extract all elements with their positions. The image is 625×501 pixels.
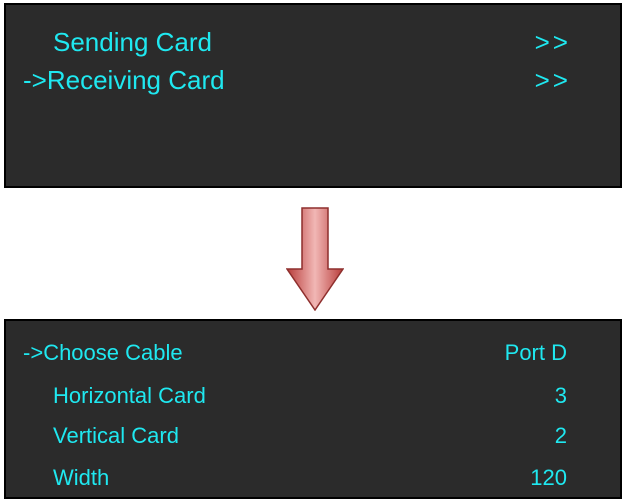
submenu-indicator: >> xyxy=(534,27,571,57)
setting-label: Vertical Card xyxy=(23,422,179,450)
submenu-indicator: >> xyxy=(534,65,571,95)
setting-row-vertical-card[interactable]: Vertical Card 2 xyxy=(6,422,620,450)
selection-cursor: -> xyxy=(23,65,47,95)
menu-item-text: Receiving Card xyxy=(46,65,225,95)
setting-value: 3 xyxy=(554,383,567,408)
setting-row-horizontal-card[interactable]: Horizontal Card 3 xyxy=(6,382,620,410)
setting-text: Horizontal Card xyxy=(53,383,206,408)
down-arrow-icon xyxy=(286,207,344,311)
setting-label: Width xyxy=(23,464,109,492)
setting-row-width[interactable]: Width 120 xyxy=(6,464,620,492)
menu-item-label: ->Receiving Card xyxy=(23,64,225,96)
setting-row-choose-cable[interactable]: ->Choose Cable Port D xyxy=(6,339,620,367)
menu-item-label: Sending Card xyxy=(23,26,212,58)
setting-text: Choose Cable xyxy=(43,340,183,365)
menu-item-sending-card[interactable]: Sending Card >> xyxy=(6,26,620,58)
setting-value: 2 xyxy=(554,423,567,448)
setting-label: ->Choose Cable xyxy=(23,339,183,367)
setting-label: Horizontal Card xyxy=(23,382,206,410)
setting-text: Vertical Card xyxy=(53,423,179,448)
menu-screen-main: Sending Card >> ->Receiving Card >> xyxy=(4,3,622,188)
setting-text: Width xyxy=(53,465,110,490)
setting-value: Port D xyxy=(504,340,567,365)
menu-item-text: Sending Card xyxy=(53,27,212,57)
setting-value: 120 xyxy=(530,465,567,490)
menu-screen-receiving-card: ->Choose Cable Port D Horizontal Card 3 … xyxy=(4,319,622,499)
selection-cursor: -> xyxy=(23,340,44,365)
menu-item-receiving-card[interactable]: ->Receiving Card >> xyxy=(6,64,620,96)
